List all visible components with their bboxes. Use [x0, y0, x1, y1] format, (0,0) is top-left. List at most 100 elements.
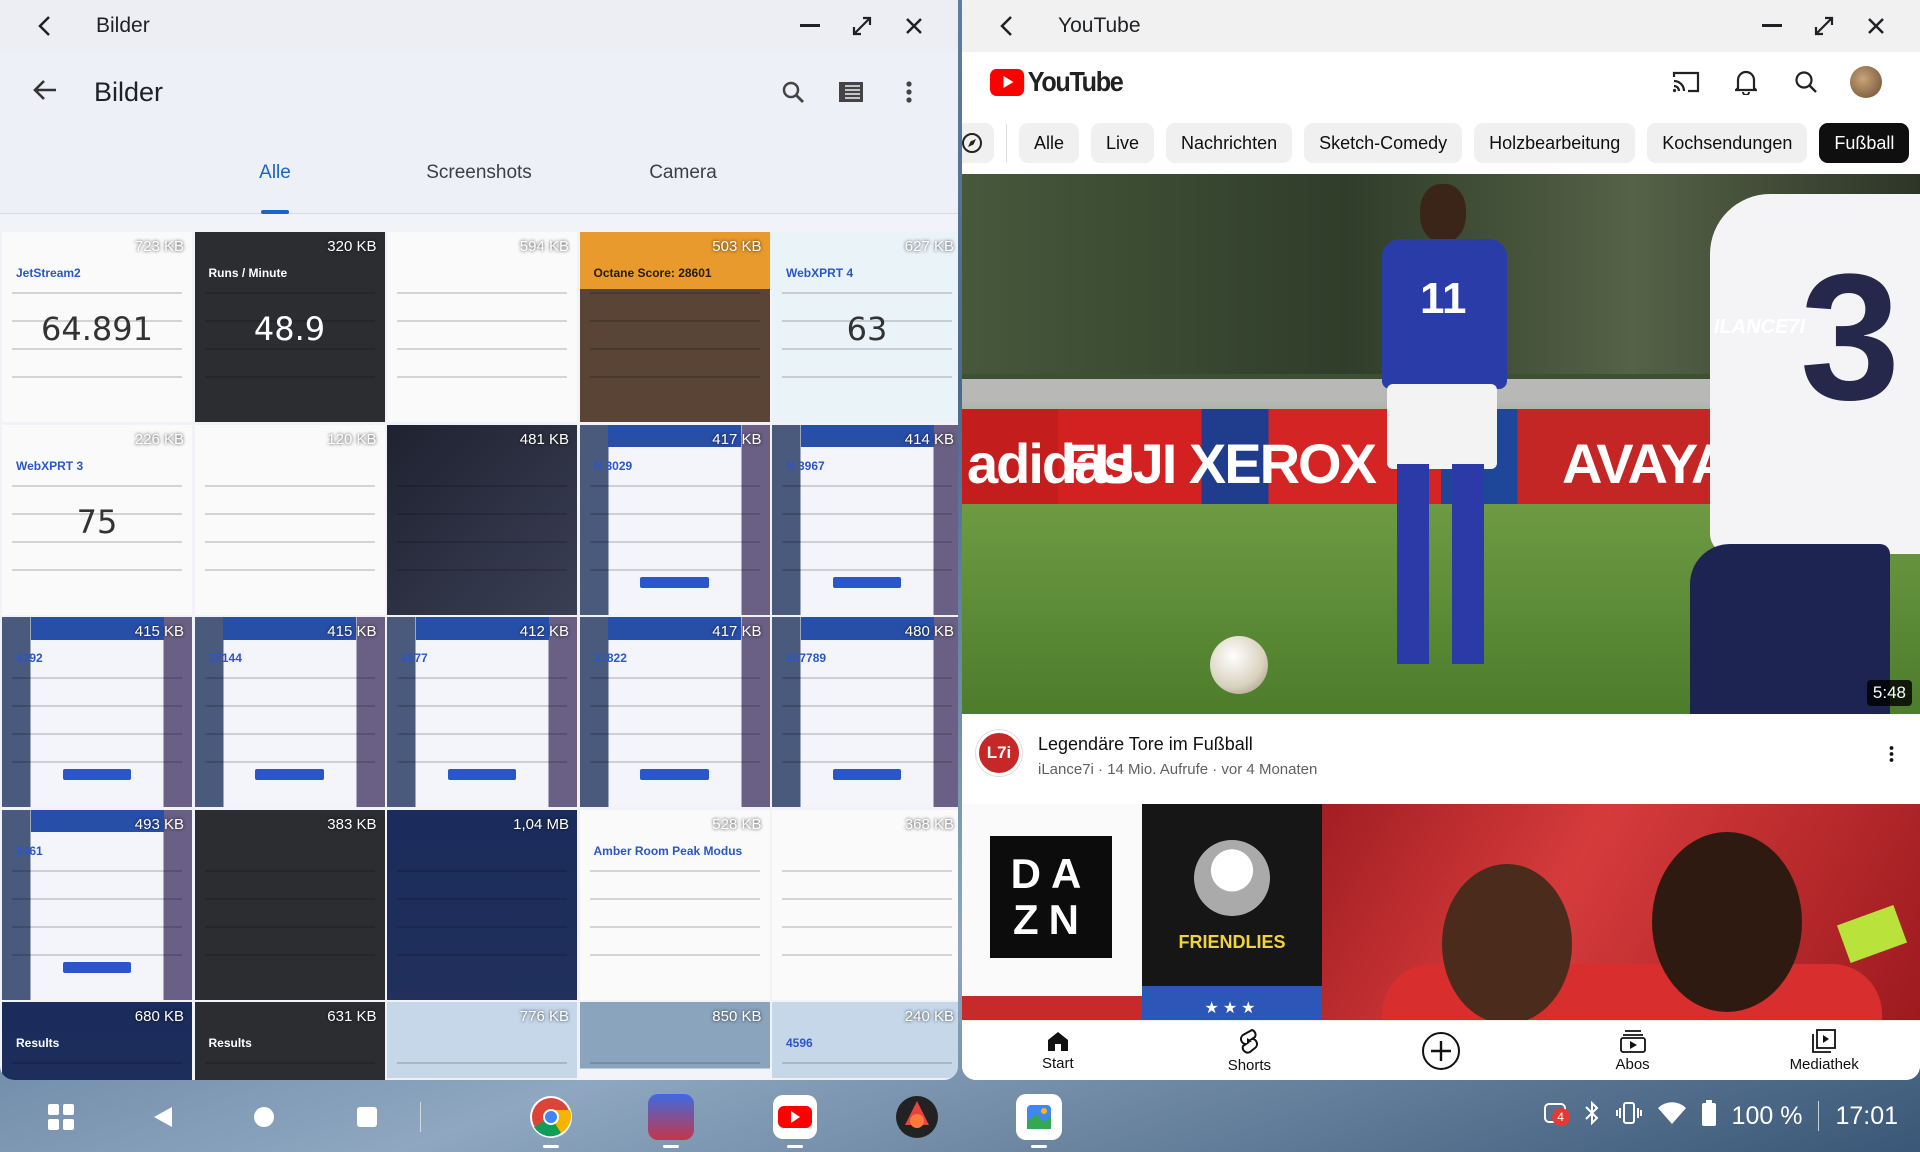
- thumbnail-line: [12, 705, 182, 707]
- image-tile[interactable]: Results 631 KB: [194, 1002, 385, 1080]
- tab-camera[interactable]: Camera: [581, 132, 785, 214]
- chrome-app-icon[interactable]: [528, 1094, 574, 1148]
- chip-kochsendungen[interactable]: Kochsendungen: [1647, 123, 1808, 163]
- gallery-tabs: Alle Screenshots Camera: [0, 132, 958, 214]
- youtube-app-icon[interactable]: [772, 1094, 818, 1148]
- window-back-icon[interactable]: [980, 0, 1032, 52]
- tab-alle[interactable]: Alle: [173, 132, 377, 214]
- list-view-icon[interactable]: [822, 63, 880, 121]
- thumbnail-line: [204, 1062, 375, 1064]
- thumbnail-line: [589, 512, 760, 515]
- thumbnail-line: [782, 292, 952, 294]
- image-tile[interactable]: 850 KB: [579, 1002, 770, 1080]
- nav-abos[interactable]: Abos: [1537, 1021, 1729, 1080]
- close-icon[interactable]: [1850, 0, 1902, 52]
- close-icon[interactable]: [888, 0, 940, 52]
- notifications-bell-icon[interactable]: [1716, 52, 1776, 112]
- image-tile[interactable]: 4596 240 KB: [772, 1002, 958, 1080]
- nav-start-label: Start: [1041, 1054, 1074, 1072]
- thumbnail-line: [397, 292, 567, 294]
- minimize-icon[interactable]: [1746, 0, 1798, 52]
- nav-shorts[interactable]: Shorts: [1154, 1021, 1346, 1080]
- account-avatar[interactable]: [1836, 52, 1896, 112]
- thumbnail-text: 4596: [786, 1036, 813, 1050]
- thumbnail-btn: [640, 576, 709, 588]
- thumbnail-line: [12, 292, 182, 294]
- image-tile[interactable]: 4392 415 KB: [2, 617, 192, 807]
- search-icon[interactable]: [764, 63, 822, 121]
- image-tile[interactable]: N 3967 414 KB: [772, 424, 958, 615]
- image-tile[interactable]: 8461 493 KB: [2, 809, 192, 1000]
- maximize-icon[interactable]: [1798, 0, 1850, 52]
- image-tile[interactable]: 120 KB: [194, 424, 385, 615]
- image-tile[interactable]: N 3029 417 KB: [579, 424, 770, 615]
- file-size: 680 KB: [134, 1008, 184, 1025]
- image-tile[interactable]: 31822 417 KB: [579, 617, 770, 807]
- chip-nachrichten[interactable]: Nachrichten: [1166, 123, 1293, 163]
- image-tile[interactable]: Results 680 KB: [2, 1002, 192, 1080]
- image-tile[interactable]: 776 KB: [387, 1002, 577, 1080]
- nav-home-icon[interactable]: [241, 1094, 287, 1140]
- nav-mediathek[interactable]: Mediathek: [1728, 1021, 1920, 1080]
- cast-icon[interactable]: [1656, 52, 1716, 112]
- back-arrow-icon[interactable]: [32, 79, 58, 106]
- more-options-icon[interactable]: [880, 63, 938, 121]
- video-meta[interactable]: L7i Legendäre Tore im Fußball iLance7i ·…: [962, 714, 1920, 804]
- video-thumbnail-2[interactable]: DA ZN FRIENDLIES ★★★: [962, 804, 1920, 1020]
- search-icon[interactable]: [1776, 52, 1836, 112]
- window-back-icon[interactable]: [18, 0, 70, 52]
- nav-abos-label: Abos: [1615, 1055, 1650, 1073]
- image-tile[interactable]: Runs / Minute 48.9 320 KB: [194, 232, 385, 422]
- minimize-icon[interactable]: [784, 0, 836, 52]
- chip-fussball[interactable]: Fußball: [1819, 123, 1910, 163]
- image-tile[interactable]: 383 KB: [194, 809, 385, 1000]
- image-tile[interactable]: WebXPRT 3 75 226 KB: [2, 424, 192, 615]
- image-tile[interactable]: 368 KB: [772, 809, 958, 1000]
- running-indicator: [1031, 1145, 1047, 1148]
- image-tile[interactable]: 37144 415 KB: [194, 617, 385, 807]
- wifi-icon: [1657, 1101, 1686, 1131]
- nav-back-icon[interactable]: [140, 1094, 186, 1140]
- thumbnail-text: Octane Score: 28601: [593, 266, 712, 280]
- video-title[interactable]: Legendäre Tore im Fußball: [1038, 734, 1876, 755]
- tab-screenshots[interactable]: Screenshots: [377, 132, 581, 214]
- video-thumbnail[interactable]: adidas FUJI XEROX AVAYA 11 3 ILANCE7I 5:…: [962, 174, 1920, 714]
- video-subtitle: iLance7i · 14 Mio. Aufrufe · vor 4 Monat…: [1038, 761, 1318, 778]
- image-tile[interactable]: 1,04 MB: [387, 809, 577, 1000]
- video-more-icon[interactable]: [1876, 730, 1906, 788]
- image-tile[interactable]: WebXPRT 4 63 627 KB: [772, 232, 958, 422]
- thumbnail-line: [397, 320, 567, 322]
- image-tile[interactable]: Octane Score: 28601 503 KB: [579, 232, 770, 422]
- file-size: 412 KB: [519, 623, 569, 640]
- chip-holzbearbeitung[interactable]: Holzbearbeitung: [1474, 123, 1636, 163]
- thumbnail-score: 75: [76, 502, 118, 541]
- game-app-icon[interactable]: [648, 1094, 694, 1148]
- maximize-icon[interactable]: [836, 0, 888, 52]
- image-tile[interactable]: Amber Room Peak Modus 528 KB: [579, 809, 770, 1000]
- thumbnail-line: [397, 677, 567, 679]
- youtube-logo[interactable]: YouTube: [990, 66, 1589, 98]
- nav-start[interactable]: Start: [962, 1021, 1154, 1080]
- thumbnail-line: [782, 348, 952, 350]
- image-tile[interactable]: 481 KB: [387, 424, 577, 615]
- benchmark-app-icon[interactable]: [894, 1094, 940, 1140]
- notification-icon[interactable]: 4: [1542, 1100, 1570, 1133]
- thumbnail-line: [782, 869, 952, 872]
- thumbnail-line: [589, 348, 760, 350]
- nav-recents-icon[interactable]: [344, 1094, 390, 1140]
- image-tile[interactable]: 4577 412 KB: [387, 617, 577, 807]
- gallery-app-icon[interactable]: [1016, 1094, 1062, 1148]
- image-tile[interactable]: 594 KB: [387, 232, 577, 422]
- nav-create[interactable]: [1345, 1021, 1537, 1080]
- app-drawer-icon[interactable]: [38, 1094, 84, 1140]
- channel-avatar[interactable]: L7i: [976, 730, 1022, 776]
- chip-sketch-comedy[interactable]: Sketch-Comedy: [1304, 123, 1463, 163]
- image-tile[interactable]: JetStream2 64.891 723 KB: [2, 232, 192, 422]
- chip-alle[interactable]: Alle: [1019, 123, 1080, 163]
- explore-compass-icon[interactable]: [962, 123, 994, 163]
- thumbnail-text: 607789: [786, 651, 827, 665]
- chip-live[interactable]: Live: [1091, 123, 1155, 163]
- image-tile[interactable]: 607789 480 KB: [772, 617, 958, 807]
- avatar-image: [1850, 66, 1882, 98]
- thumbnail-line: [589, 925, 760, 928]
